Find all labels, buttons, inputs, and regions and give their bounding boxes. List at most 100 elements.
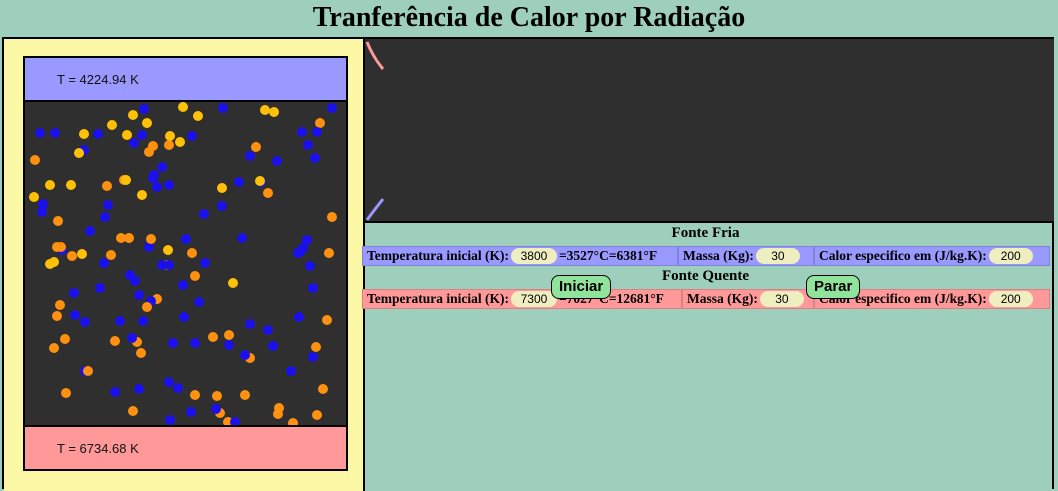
particle: [294, 311, 305, 322]
particle: [254, 176, 265, 187]
particle: [310, 341, 321, 352]
particle: [311, 409, 322, 420]
particle: [107, 120, 118, 131]
particle: [144, 146, 155, 157]
cold-mass-label: Massa (Kg):: [683, 248, 754, 263]
stop-button[interactable]: Parar: [806, 275, 861, 299]
particle: [136, 189, 147, 200]
cold-mass-input[interactable]: 30: [755, 248, 800, 264]
particle: [52, 216, 63, 227]
particle: [49, 128, 60, 139]
particle: [262, 324, 273, 335]
hot-plate: T = 6734.68 K: [25, 425, 346, 469]
particle: [52, 242, 62, 252]
particle: [251, 142, 262, 153]
particle: [127, 109, 138, 120]
particle: [208, 332, 219, 343]
particle: [60, 388, 71, 399]
particle: [164, 260, 175, 271]
simulation-panel: T = 4224.94 K T = 6734.68 K: [4, 39, 365, 491]
start-button[interactable]: Iniciar: [551, 275, 612, 299]
particle: [164, 415, 175, 426]
hot-plate-temperature: T = 6734.68 K: [57, 440, 139, 456]
hot-mass-input[interactable]: 30: [759, 291, 804, 307]
cold-source-heading: Fonte Fria: [671, 225, 740, 241]
particle: [35, 128, 46, 138]
particle: [311, 127, 322, 138]
particle: [129, 137, 140, 148]
particle: [307, 283, 318, 294]
particle: [190, 271, 201, 282]
particle: [134, 289, 145, 300]
simulation-box: T = 4224.94 K T = 6734.68 K: [23, 56, 348, 471]
particle: [145, 233, 156, 244]
cold-specific-heat-label: Calor especifico em (J/kg.K):: [819, 248, 987, 263]
particle: [99, 258, 110, 269]
particle: [66, 180, 77, 191]
particle: [322, 315, 333, 326]
particle: [187, 130, 198, 141]
particle: [327, 103, 338, 114]
particle: [164, 179, 175, 190]
particle: [189, 338, 200, 349]
particle: [60, 333, 71, 344]
hot-mass-cell: Massa (Kg): 30: [682, 289, 814, 309]
particle: [105, 249, 116, 260]
particle: [303, 140, 314, 151]
hot-specific-heat-input[interactable]: 200: [988, 291, 1033, 307]
cold-specific-heat-input[interactable]: 200: [988, 248, 1033, 264]
particle: [262, 187, 273, 198]
particle: [223, 329, 234, 340]
particle: [70, 309, 81, 320]
hot-temperature-cell: Temperatura inicial (K): 7300 =7027°C=12…: [362, 289, 682, 309]
particle: [244, 151, 255, 162]
particle: [323, 247, 334, 258]
particle: [224, 339, 235, 350]
particle: [177, 102, 188, 113]
particle: [272, 409, 283, 420]
particle: [233, 176, 244, 187]
particle: [48, 257, 59, 268]
particle: [94, 283, 105, 294]
cold-source-row: Temperatura inicial (K): 3800 =3527°C=63…: [362, 246, 1050, 266]
cold-temperature-conversion: =3527°C=6381°F: [558, 248, 658, 263]
particle: [55, 300, 66, 311]
graph-canvas: [365, 41, 385, 221]
particle: [165, 131, 176, 142]
particle: [168, 337, 179, 348]
particle: [244, 318, 255, 329]
particle: [271, 156, 282, 167]
particle: [120, 174, 131, 185]
particle: [52, 311, 63, 322]
particle: [297, 126, 308, 137]
particle: [174, 136, 185, 147]
particle: [124, 233, 135, 244]
particle: [318, 384, 329, 395]
particle: [78, 129, 89, 140]
particle: [211, 390, 222, 401]
particle: [73, 147, 84, 158]
hot-mass-label: Massa (Kg):: [687, 291, 758, 306]
particle: [49, 342, 60, 353]
particle: [83, 366, 94, 376]
particle: [126, 332, 137, 343]
hot-temperature-label: Temperatura inicial (K):: [367, 291, 509, 306]
particle: [138, 104, 149, 115]
hot-temperature-input[interactable]: 7300: [510, 291, 557, 307]
particle: [136, 347, 147, 358]
cold-temperature-input[interactable]: 3800: [510, 248, 557, 264]
cold-plate-temperature: T = 4224.94 K: [57, 71, 139, 87]
particle: [180, 234, 191, 245]
cold-specific-heat-cell: Calor especifico em (J/kg.K): 200: [814, 246, 1050, 266]
hot-source-row: Temperatura inicial (K): 7300 =7027°C=12…: [362, 289, 1050, 309]
particle: [109, 387, 120, 397]
particle: [267, 340, 278, 351]
particle: [186, 248, 197, 259]
particle: [125, 269, 136, 280]
particle: [93, 129, 104, 140]
particle: [162, 245, 173, 256]
particle: [44, 179, 55, 190]
particle: [128, 405, 139, 416]
cold-plate: T = 4224.94 K: [25, 58, 346, 102]
particle: [29, 155, 40, 166]
